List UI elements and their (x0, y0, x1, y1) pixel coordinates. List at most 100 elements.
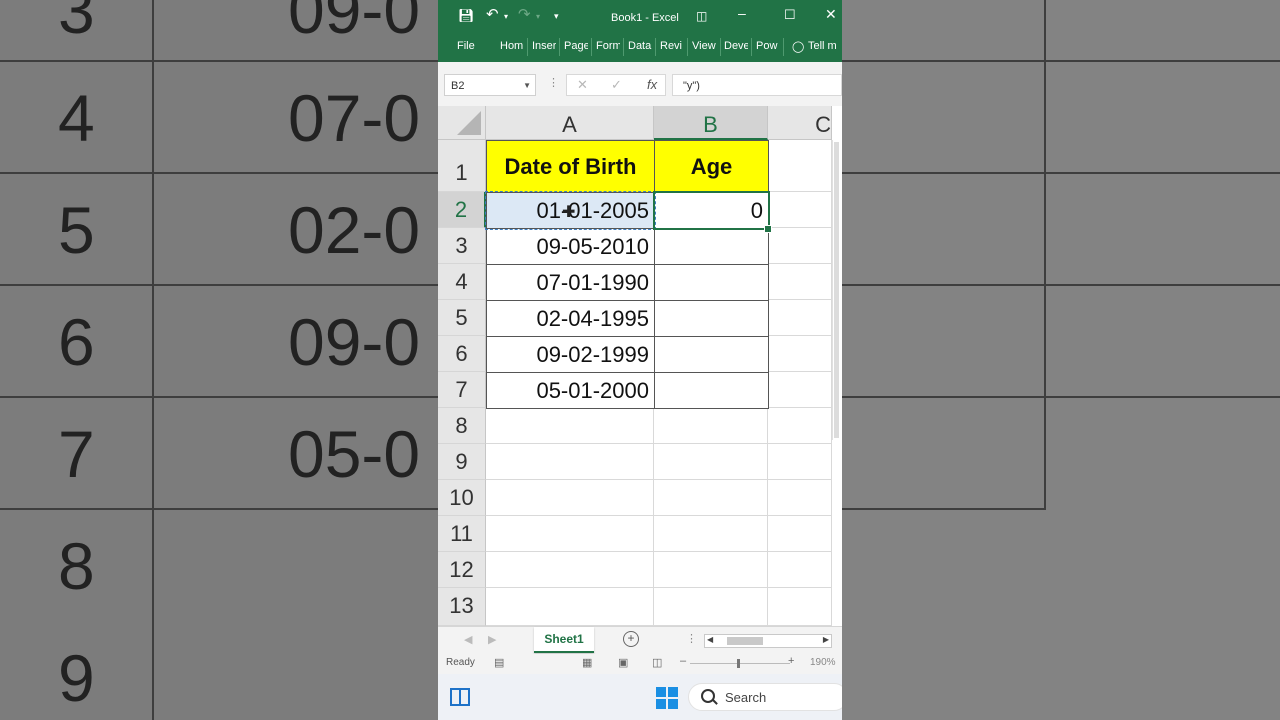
add-sheet-icon[interactable]: + (623, 631, 639, 647)
sheet-prev-icon[interactable]: ◀ (464, 633, 472, 646)
table-cell-dob[interactable]: 09-02-1999 (486, 336, 655, 373)
table-cell-age[interactable] (654, 336, 769, 373)
header-date-of-birth[interactable]: Date of Birth (486, 140, 655, 193)
scrollbar-thumb[interactable] (834, 142, 839, 438)
tab-data[interactable]: Data (628, 40, 652, 52)
minimize-icon[interactable]: – (738, 5, 746, 21)
row-header-2[interactable]: 2 (438, 192, 486, 228)
cell-c11[interactable] (768, 516, 832, 552)
row-header-8[interactable]: 8 (438, 408, 486, 444)
maximize-icon[interactable]: ☐ (784, 7, 796, 23)
row-header-10[interactable]: 10 (438, 480, 486, 516)
cell-c3[interactable] (768, 228, 832, 264)
header-age[interactable]: Age (654, 140, 769, 193)
row-header-7[interactable]: 7 (438, 372, 486, 408)
horizontal-scrollbar[interactable]: ◀ ▶ (704, 634, 832, 648)
undo-icon[interactable]: ↶ (486, 5, 499, 23)
cell-a12[interactable] (486, 552, 654, 588)
table-cell-age[interactable] (654, 264, 769, 301)
undo-dropdown-icon[interactable]: ▾ (504, 12, 508, 21)
tell-me-search[interactable]: Tell m (808, 40, 842, 52)
fill-handle[interactable] (764, 225, 772, 233)
table-cell-age[interactable]: 0 (654, 192, 769, 229)
table-cell-dob[interactable]: 07-01-1990 (486, 264, 655, 301)
table-cell-age[interactable] (654, 372, 769, 409)
page-layout-view-icon[interactable]: ▣ (618, 656, 628, 669)
save-icon[interactable]: 💾︎ (458, 8, 475, 24)
normal-view-icon[interactable]: ▦ (582, 656, 592, 669)
customize-toolbar-icon[interactable]: ▾ (554, 11, 559, 22)
zoom-out-icon[interactable]: – (680, 655, 686, 667)
cell-c13[interactable] (768, 588, 832, 626)
column-header-c[interactable]: C (768, 106, 832, 140)
table-cell-age[interactable] (654, 228, 769, 265)
tab-review[interactable]: Revi (660, 40, 684, 52)
row-header-13[interactable]: 13 (438, 588, 486, 626)
cell-b8[interactable] (654, 408, 768, 444)
table-cell-dob[interactable]: 05-01-2000 (486, 372, 655, 409)
cell-a10[interactable] (486, 480, 654, 516)
row-header-6[interactable]: 6 (438, 336, 486, 372)
tab-file[interactable]: File (457, 40, 475, 52)
cell-b13[interactable] (654, 588, 768, 626)
tab-page-layout[interactable]: Page (564, 40, 588, 52)
snap-layout-icon[interactable] (450, 688, 470, 706)
sheet-tab[interactable]: Sheet1 (534, 627, 594, 653)
row-header-3[interactable]: 3 (438, 228, 486, 264)
cell-c2[interactable] (768, 192, 832, 228)
cell-c8[interactable] (768, 408, 832, 444)
ribbon-display-icon[interactable]: ◫ (696, 9, 707, 23)
zoom-level[interactable]: 190% (810, 657, 836, 668)
select-all-corner[interactable] (438, 106, 486, 140)
scroll-left-icon[interactable]: ◀ (707, 635, 713, 644)
zoom-slider-knob[interactable] (737, 659, 740, 668)
cell-a9[interactable] (486, 444, 654, 480)
table-cell-dob[interactable]: 02-04-1995 (486, 300, 655, 337)
cell-c4[interactable] (768, 264, 832, 300)
row-header-4[interactable]: 4 (438, 264, 486, 300)
more-options-icon[interactable]: ⋮ (548, 76, 559, 89)
macro-record-icon[interactable]: ▤ (494, 656, 504, 669)
cancel-icon[interactable]: ✕ (577, 77, 588, 93)
enter-icon[interactable]: ✓ (611, 77, 622, 93)
cell-a11[interactable] (486, 516, 654, 552)
tab-insert[interactable]: Inser (532, 40, 556, 52)
insert-function-icon[interactable]: fx (647, 77, 657, 92)
zoom-slider[interactable] (690, 663, 790, 664)
tab-power-pivot[interactable]: Pow (756, 40, 780, 52)
cell-b10[interactable] (654, 480, 768, 516)
cell-c6[interactable] (768, 336, 832, 372)
column-header-b[interactable]: B (654, 106, 768, 140)
cell-c5[interactable] (768, 300, 832, 336)
column-header-a[interactable]: A (486, 106, 654, 140)
tab-formulas[interactable]: Form (596, 40, 620, 52)
row-header-5[interactable]: 5 (438, 300, 486, 336)
chevron-down-icon[interactable]: ▼ (523, 75, 531, 97)
tab-home[interactable]: Hom (500, 40, 524, 52)
more-options-icon[interactable]: ⋮ (686, 632, 697, 645)
row-header-1[interactable]: 1 (438, 140, 486, 192)
cell-b11[interactable] (654, 516, 768, 552)
cell-b12[interactable] (654, 552, 768, 588)
name-box[interactable]: B2 ▼ (444, 74, 536, 96)
cell-c9[interactable] (768, 444, 832, 480)
row-header-12[interactable]: 12 (438, 552, 486, 588)
close-icon[interactable]: ✕ (825, 6, 837, 23)
page-break-view-icon[interactable]: ◫ (652, 656, 662, 669)
table-cell-age[interactable] (654, 300, 769, 337)
cell-a8[interactable] (486, 408, 654, 444)
cell-c12[interactable] (768, 552, 832, 588)
row-header-11[interactable]: 11 (438, 516, 486, 552)
zoom-in-icon[interactable]: + (788, 655, 794, 667)
windows-start-icon[interactable] (656, 687, 678, 709)
cell-b9[interactable] (654, 444, 768, 480)
tab-developer[interactable]: Deve (724, 40, 748, 52)
cell-c7[interactable] (768, 372, 832, 408)
taskbar-search[interactable]: Search (688, 683, 842, 711)
tab-view[interactable]: View (692, 40, 718, 52)
scrollbar-thumb[interactable] (727, 637, 763, 645)
formula-input[interactable]: "y") (672, 74, 842, 96)
row-header-9[interactable]: 9 (438, 444, 486, 480)
scroll-right-icon[interactable]: ▶ (823, 635, 829, 644)
sheet-next-icon[interactable]: ▶ (488, 633, 496, 646)
